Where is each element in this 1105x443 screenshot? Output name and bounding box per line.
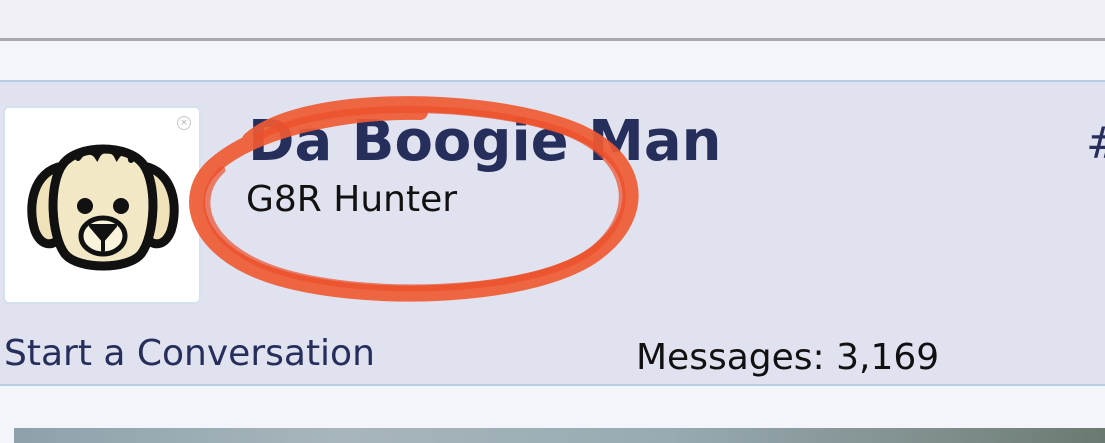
messages-stat: Messages: 3,169 — [636, 336, 939, 380]
browser-top-bar — [0, 0, 1105, 41]
close-icon[interactable]: × — [177, 116, 191, 130]
username: Da Boogie Man — [248, 109, 722, 174]
user-title: G8R Hunter — [246, 179, 458, 220]
messages-count: 3,169 — [836, 337, 940, 378]
messages-label: Messages: — [636, 337, 825, 378]
profile-card: × Da Boogie Man G8R Hunter # Start a Con… — [0, 80, 1105, 386]
avatar[interactable]: × — [3, 106, 201, 304]
dog-face-icon — [27, 144, 179, 271]
start-conversation-link[interactable]: Start a Conversation — [4, 332, 375, 376]
banner-image — [14, 428, 1105, 443]
post-permalink[interactable]: # — [1086, 116, 1105, 172]
